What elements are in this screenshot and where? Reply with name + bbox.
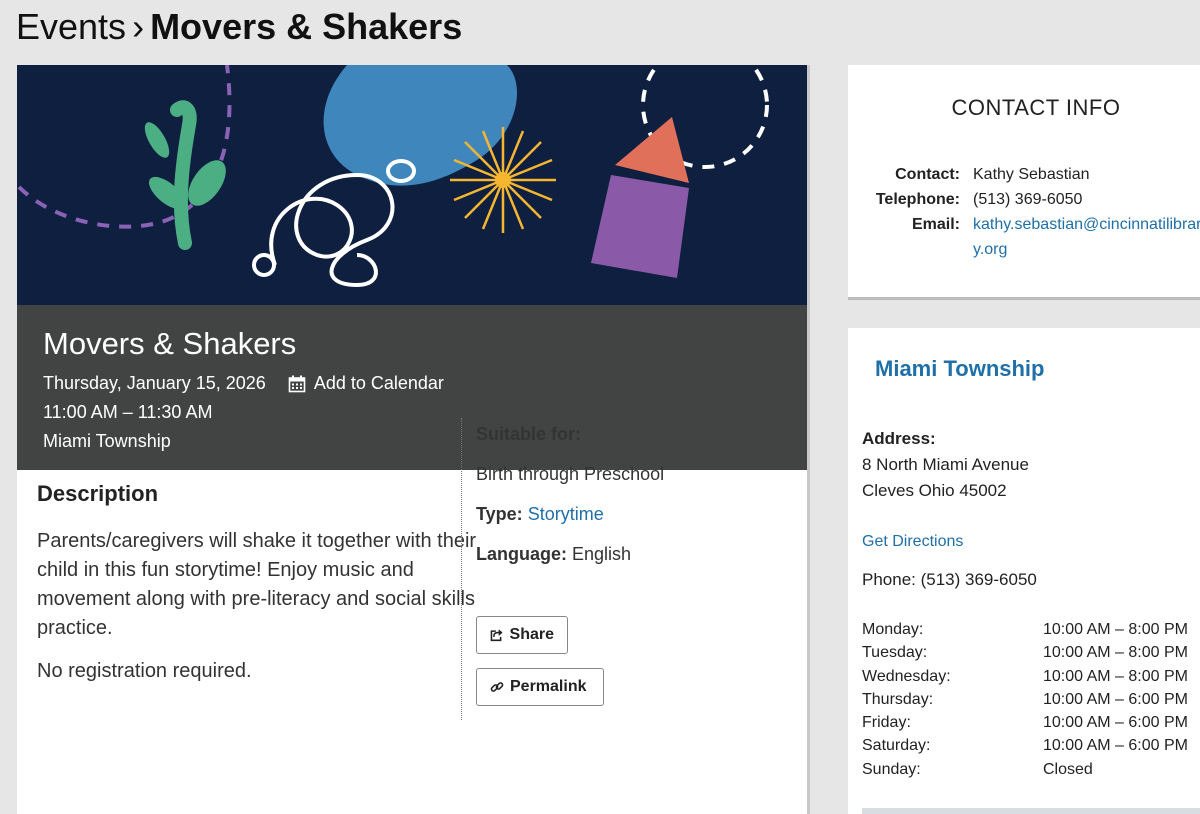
- share-icon: [490, 629, 503, 642]
- hours-day: Friday:: [862, 714, 911, 732]
- hours-day: Saturday:: [862, 737, 931, 755]
- type-link[interactable]: Storytime: [528, 504, 604, 524]
- branch-hours: Monday: 10:00 AM – 8:00 PM Tuesday: 10:00 …: [862, 618, 1188, 781]
- breadcrumb-events[interactable]: Events: [16, 6, 126, 47]
- hours-day: Monday:: [862, 621, 924, 638]
- hours-day: Thursday:: [862, 690, 934, 708]
- description-paragraph: Parents/caregivers will shake it togethe…: [37, 530, 477, 639]
- suitable-for-label: Suitable for:: [476, 424, 582, 444]
- contact-info-card: CONTACT INFO Contact: Kathy Sebastian Tel…: [848, 65, 1200, 300]
- breadcrumb-current: Movers & Shakers: [150, 6, 463, 47]
- type-label: Type:: [476, 504, 523, 524]
- permalink-button[interactable]: Permalink: [476, 668, 604, 706]
- branch-map[interactable]: [862, 808, 1200, 814]
- contact-label: Contact:: [895, 166, 960, 183]
- hours-time: 10:00 AM – 8:00 PM: [1043, 667, 1188, 685]
- telephone-value: (513) 369-6050: [973, 191, 1083, 208]
- contact-name: Kathy Sebastian: [973, 166, 1090, 183]
- hours-time: Closed: [1043, 760, 1093, 778]
- telephone-label: Telephone:: [875, 191, 960, 208]
- email-link[interactable]: kathy.sebastian@cincinnatilibrary.org: [973, 216, 1200, 258]
- address-label: Address:: [862, 429, 936, 448]
- branch-card: Miami Township Address: 8 North Miami Av…: [848, 328, 1200, 814]
- branch-name-link[interactable]: Miami Township: [875, 356, 1044, 382]
- description-heading: Description: [37, 481, 159, 506]
- hours-row: Monday: 10:00 AM – 8:00 PM: [862, 618, 1188, 641]
- hours-row: Friday: 10:00 AM – 6:00 PM: [862, 711, 1188, 734]
- hours-time: 10:00 AM – 8:00 PM: [1043, 621, 1188, 638]
- registration-note: No registration required.: [37, 660, 252, 682]
- share-button[interactable]: Share: [476, 616, 568, 654]
- contact-info-heading: CONTACT INFO: [951, 95, 1121, 120]
- event-details: Suitable for: Birth through Preschool Ty…: [476, 422, 776, 582]
- email-label: Email:: [911, 216, 960, 233]
- add-to-calendar-link[interactable]: Add to Calendar: [288, 369, 444, 398]
- get-directions-link[interactable]: Get Directions: [862, 533, 963, 550]
- language-label: Language:: [476, 544, 568, 564]
- address-line-2: Cleves Ohio 45002: [862, 481, 1007, 500]
- hours-row: Tuesday: 10:00 AM – 8:00 PM: [862, 641, 1188, 664]
- page-title: Events › Movers & Shakers: [16, 4, 462, 50]
- suitable-for-value: Birth through Preschool: [476, 464, 665, 484]
- hours-time: 10:00 AM – 6:00 PM: [1043, 737, 1188, 755]
- column-divider: [461, 418, 462, 720]
- language-value: English: [572, 544, 632, 564]
- hours-row: Sunday: Closed: [862, 758, 1188, 781]
- permalink-label: Permalink: [510, 678, 587, 695]
- breadcrumb-separator: ›: [132, 6, 145, 47]
- link-icon: [490, 682, 504, 692]
- hours-time: 10:00 AM – 8:00 PM: [1043, 644, 1188, 662]
- hours-day: Wednesday:: [862, 667, 951, 685]
- calendar-icon: [288, 375, 306, 392]
- hours-day: Tuesday:: [862, 644, 928, 662]
- address-line-1: 8 North Miami Avenue: [862, 455, 1029, 474]
- event-date: Thursday, January 15, 2026: [43, 373, 266, 393]
- hours-day: Sunday:: [862, 760, 921, 778]
- event-title: Movers & Shakers: [43, 326, 297, 361]
- add-to-calendar-label: Add to Calendar: [313, 373, 444, 393]
- description-section: Description Parents/caregivers will shak…: [37, 481, 477, 700]
- hours-row: Saturday: 10:00 AM – 6:00 PM: [862, 734, 1188, 757]
- branch-phone: Phone: (513) 369-6050: [862, 570, 1037, 589]
- hours-time: 10:00 AM – 6:00 PM: [1043, 714, 1188, 732]
- hours-time: 10:00 AM – 6:00 PM: [1043, 690, 1188, 708]
- share-label: Share: [509, 626, 554, 643]
- hours-row: Wednesday: 10:00 AM – 8:00 PM: [862, 665, 1188, 688]
- hours-row: Thursday: 10:00 AM – 6:00 PM: [862, 688, 1188, 711]
- event-hero-image: [17, 65, 807, 305]
